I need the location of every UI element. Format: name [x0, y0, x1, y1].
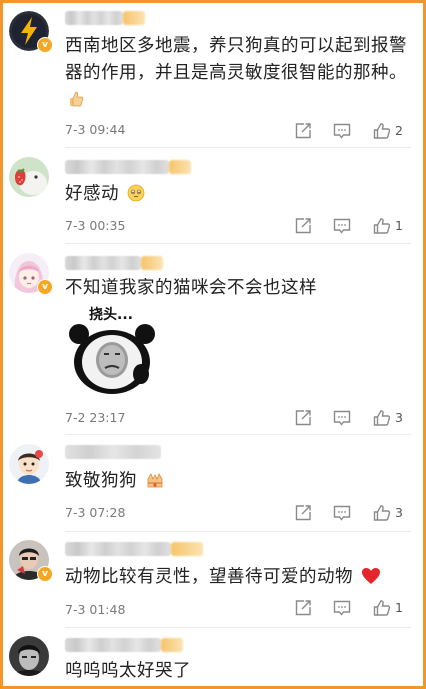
share-button[interactable]: [293, 408, 313, 428]
divider: [65, 147, 411, 148]
divider: [65, 531, 411, 532]
comment-list: v 西南地区多地震，养只狗真的可以起到报警器的作用，并且是高灵敏度很智能的那种。…: [0, 0, 426, 689]
comment-text: 致敬狗狗: [65, 468, 411, 498]
comment-text-content: 西南地区多地震，养只狗真的可以起到报警器的作用，并且是高灵敏度很智能的那种。: [65, 36, 407, 83]
thumbs-up-emoji: [67, 90, 85, 117]
share-button[interactable]: [293, 121, 313, 141]
divider: [65, 243, 411, 244]
comment-icon: [333, 505, 351, 521]
reply-button[interactable]: [332, 598, 352, 618]
like-button[interactable]: 2: [372, 121, 403, 141]
comment-actions: 2: [293, 121, 423, 141]
divider: [65, 434, 411, 435]
like-count: 1: [395, 600, 403, 615]
like-count: 1: [395, 218, 403, 233]
comment-actions: 1: [293, 216, 423, 236]
divider: [65, 627, 411, 628]
comment-text: 不知道我家的猫咪会不会也这样: [65, 275, 411, 302]
share-button[interactable]: [293, 598, 313, 618]
cartoon-kid-avatar-icon: [9, 444, 49, 484]
comment-time: 7-3 07:28: [65, 505, 126, 520]
username-redacted[interactable]: [65, 638, 183, 652]
verified-badge-icon: v: [37, 279, 53, 295]
sticker-caption: 挠头...: [89, 307, 133, 323]
share-button[interactable]: [293, 503, 313, 523]
username-redacted[interactable]: [65, 11, 145, 25]
comment-icon: [333, 123, 351, 139]
like-button[interactable]: 1: [372, 216, 403, 236]
comment-actions: 3: [293, 408, 423, 428]
reply-button[interactable]: [332, 216, 352, 236]
like-icon: [373, 123, 391, 139]
like-count: 2: [395, 123, 403, 138]
comment-text: 动物比较有灵性，望善待可爱的动物: [65, 564, 411, 594]
share-icon: [295, 505, 311, 521]
comment-icon: [333, 218, 351, 234]
comment-actions: 3: [293, 503, 423, 523]
sticker-image[interactable]: 挠头...: [67, 304, 157, 396]
like-button[interactable]: 1: [372, 598, 403, 618]
dark-portrait-avatar-icon: [9, 636, 49, 676]
like-button[interactable]: 3: [372, 503, 403, 523]
username-redacted[interactable]: [65, 445, 161, 459]
comment-text-content: 致敬狗狗: [65, 471, 137, 491]
username-redacted[interactable]: [65, 256, 163, 270]
salute-hands-emoji: [145, 471, 165, 498]
reply-button[interactable]: [332, 503, 352, 523]
share-icon: [295, 218, 311, 234]
username-redacted[interactable]: [65, 160, 191, 174]
share-button[interactable]: [293, 216, 313, 236]
comment-icon: [333, 410, 351, 426]
comment-time: 7-3 00:35: [65, 218, 126, 233]
like-icon: [373, 505, 391, 521]
like-count: 3: [395, 505, 403, 520]
comment-text-content: 不知道我家的猫咪会不会也这样: [65, 278, 317, 298]
comment-text-content: 呜呜呜太好哭了: [65, 661, 191, 681]
like-icon: [373, 600, 391, 616]
avatar[interactable]: [9, 157, 49, 197]
like-icon: [373, 410, 391, 426]
comment-text-content: 好感动: [65, 184, 119, 204]
share-icon: [295, 600, 311, 616]
comment-text: 呜呜呜太好哭了: [65, 658, 411, 685]
like-icon: [373, 218, 391, 234]
comment-time: 7-3 09:44: [65, 122, 126, 137]
verified-badge-icon: v: [37, 566, 53, 582]
verified-badge-icon: v: [37, 37, 53, 53]
cat-strawberry-avatar-icon: [9, 157, 49, 197]
moved-face-emoji: [127, 184, 145, 211]
avatar[interactable]: [9, 444, 49, 484]
comment-time: 7-3 01:48: [65, 602, 126, 617]
username-redacted[interactable]: [65, 542, 203, 556]
reply-button[interactable]: [332, 408, 352, 428]
share-icon: [295, 123, 311, 139]
reply-button[interactable]: [332, 121, 352, 141]
comment-icon: [333, 600, 351, 616]
comment-actions: 1: [293, 598, 423, 618]
comment-time: 7-2 23:17: [65, 410, 126, 425]
red-heart-emoji: [361, 567, 381, 594]
like-count: 3: [395, 410, 403, 425]
share-icon: [295, 410, 311, 426]
comment-text-content: 动物比较有灵性，望善待可爱的动物: [65, 567, 353, 587]
like-button[interactable]: 3: [372, 408, 403, 428]
comment-text: 好感动: [65, 181, 411, 211]
avatar[interactable]: [9, 636, 49, 676]
comment-text: 西南地区多地震，养只狗真的可以起到报警器的作用，并且是高灵敏度很智能的那种。: [65, 33, 411, 117]
